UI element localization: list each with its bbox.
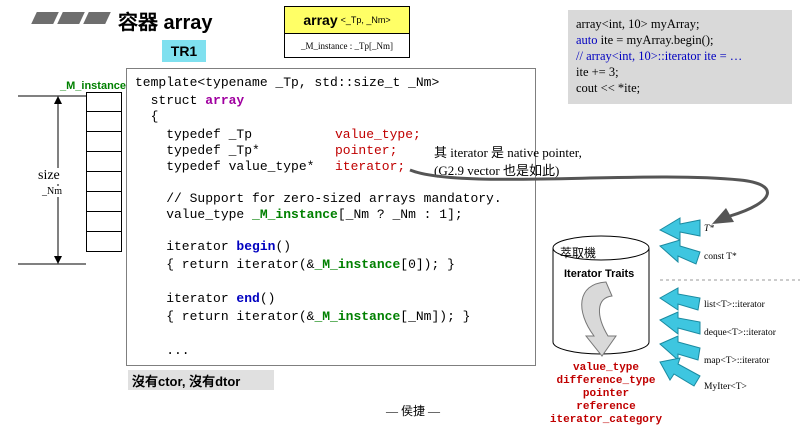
- example-line: ite += 3;: [576, 65, 619, 79]
- traits-input-arrows: [658, 217, 701, 387]
- code-line: value_type;: [335, 127, 421, 142]
- code-line: iterator;: [335, 159, 406, 174]
- traits-input: T*: [704, 224, 715, 234]
- array-class-params: <_Tp, _Nm>: [340, 15, 391, 25]
- traits-output: iterator_category: [549, 414, 663, 426]
- no-ctor-note: 沒有ctor, 沒有dtor: [128, 370, 274, 390]
- array-class-box: array <_Tp, _Nm> _M_instance : _Tp[_Nm]: [284, 6, 410, 58]
- code-line: { return iterator(&_M_instance[_Nm]); }: [135, 309, 471, 324]
- logo-bar-icon: [57, 12, 85, 24]
- code-line: typedef _Tp*: [135, 143, 260, 158]
- code-line: typedef value_type*: [135, 159, 315, 174]
- traits-output: pointer: [582, 388, 630, 400]
- footer-author: — 侯捷 —: [386, 404, 441, 418]
- example-line: array<int, 10> myArray;: [576, 17, 700, 31]
- example-panel: array<int, 10> myArray; auto ite = myArr…: [568, 10, 792, 104]
- traits-output: reference: [576, 401, 636, 413]
- traits-input: deque<T>::iterator: [704, 328, 776, 338]
- traits-outputs: value_type difference_type pointer refer…: [546, 362, 666, 427]
- size-label: size: [36, 168, 62, 184]
- code-line: typedef _Tp: [135, 127, 253, 142]
- code-line: struct array: [135, 93, 245, 108]
- traits-extractor-label: 萃取機: [560, 246, 597, 260]
- example-line: cout << *ite;: [576, 81, 641, 95]
- code-line: template<typename _Tp, std::size_t _Nm>: [135, 75, 440, 90]
- traits-output: value_type: [572, 362, 639, 374]
- tr1-badge: TR1: [162, 40, 206, 62]
- separator: [660, 279, 800, 281]
- traits-output: difference_type: [556, 375, 656, 387]
- size-bracket: [18, 95, 86, 265]
- code-line: {: [135, 109, 159, 124]
- example-line: // array<int, 10>::iterator ite = …: [576, 49, 743, 63]
- nm-label: _Nm: [40, 186, 64, 197]
- logo-bar-icon: [31, 12, 59, 24]
- code-line: ...: [135, 343, 190, 358]
- array-class-name: array: [303, 12, 338, 28]
- example-line: auto ite = myArray.begin();: [576, 33, 714, 47]
- logo-bar-icon: [83, 12, 111, 24]
- traits-name: Iterator Traits: [564, 268, 635, 280]
- traits-input: list<T>::iterator: [704, 300, 765, 310]
- array-class-member: _M_instance : _Tp[_Nm]: [301, 40, 393, 51]
- traits-input: map<T>::iterator: [704, 356, 770, 366]
- page-title: 容器 array: [118, 12, 213, 34]
- traits-input: const T*: [704, 252, 737, 262]
- code-line: pointer;: [335, 143, 398, 158]
- code-line: iterator end(): [135, 291, 276, 306]
- code-line: iterator begin(): [135, 239, 292, 254]
- traits-input: MyIter<T>: [704, 382, 747, 392]
